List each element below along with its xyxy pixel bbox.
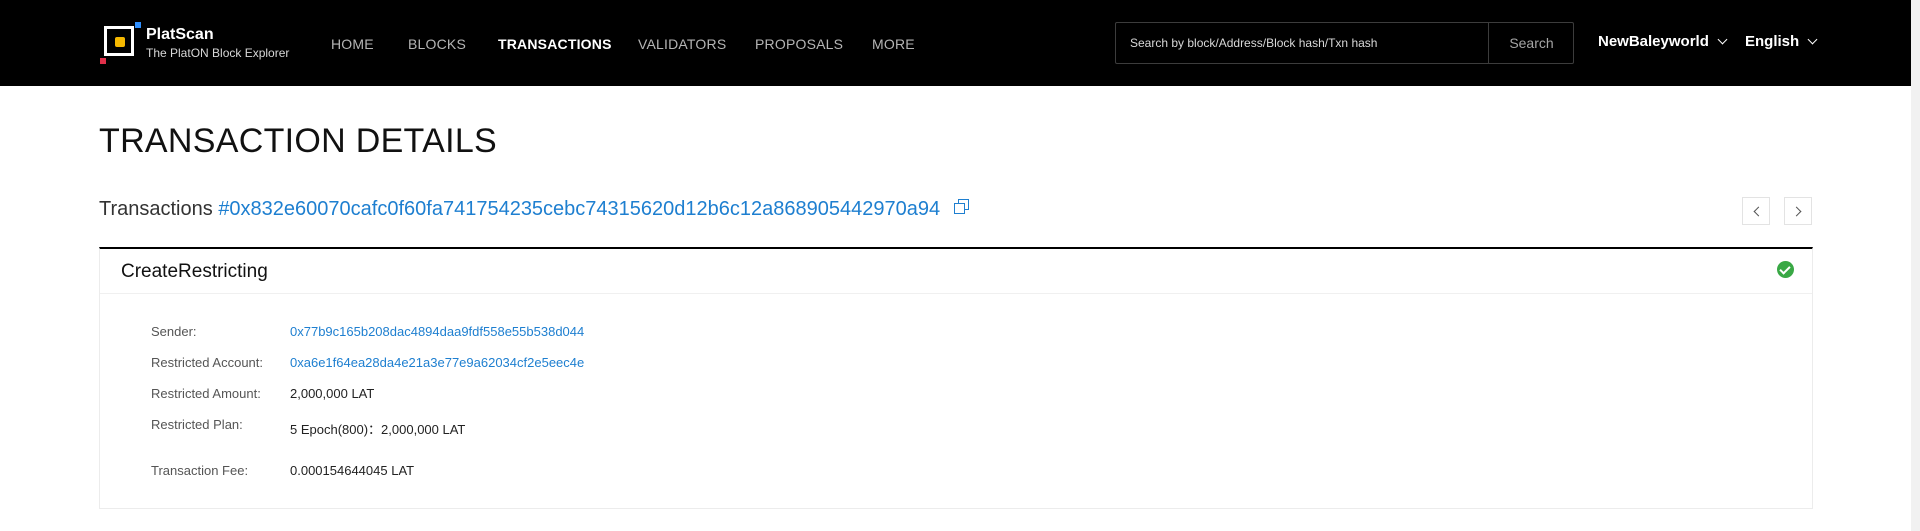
search-button[interactable]: Search <box>1488 23 1574 63</box>
language-dropdown[interactable]: English <box>1745 33 1818 50</box>
tx-prefix-label: Transactions <box>99 198 213 220</box>
transaction-hash-line: Transactions #0x832e60070cafc0f60fa74175… <box>99 198 969 221</box>
platscan-logo-icon[interactable] <box>100 22 142 64</box>
restricted-plan-label: Restricted Plan: <box>151 417 243 432</box>
card-header: CreateRestricting <box>100 249 1812 294</box>
nav-home[interactable]: HOME <box>331 36 374 52</box>
network-dropdown[interactable]: NewBaleyworld <box>1598 33 1728 50</box>
chevron-down-icon <box>1717 34 1728 45</box>
nav-proposals[interactable]: PROPOSALS <box>755 36 843 52</box>
nav-more[interactable]: MORE <box>872 36 915 52</box>
restricted-account-link[interactable]: 0xa6e1f64ea28da4e21a3e77e9a62034cf2e5eec… <box>290 355 584 370</box>
nav-blocks[interactable]: BLOCKS <box>408 36 466 52</box>
top-navbar: PlatScan The PlatON Block Explorer HOME … <box>0 0 1911 86</box>
chevron-down-icon <box>1807 34 1818 45</box>
restricted-amount-label: Restricted Amount: <box>151 386 261 401</box>
sender-label: Sender: <box>151 324 197 339</box>
page-title: TRANSACTION DETAILS <box>99 122 498 160</box>
page-scrollbar[interactable] <box>1911 0 1920 531</box>
transaction-fee-value: 0.000154644045 LAT <box>290 463 415 478</box>
next-transaction-button[interactable] <box>1784 197 1812 225</box>
tx-hash-link[interactable]: #0x832e60070cafc0f60fa741754235cebc74315… <box>218 198 940 220</box>
chevron-left-icon <box>1753 206 1764 217</box>
nav-transactions[interactable]: TRANSACTIONS <box>498 36 612 52</box>
chevron-right-icon <box>1791 206 1802 217</box>
restricted-amount-value: 2,000,000 LAT <box>290 386 375 401</box>
brand-subtitle: The PlatON Block Explorer <box>146 46 290 60</box>
network-label: NewBaleyworld <box>1598 33 1709 50</box>
search-bar: Search <box>1115 22 1574 64</box>
copy-icon[interactable] <box>953 199 969 214</box>
search-input[interactable] <box>1116 23 1488 63</box>
transaction-fee-label: Transaction Fee: <box>151 463 249 478</box>
prev-transaction-button[interactable] <box>1742 197 1770 225</box>
success-check-icon <box>1777 261 1794 278</box>
transaction-type: CreateRestricting <box>121 261 268 282</box>
restricted-account-label: Restricted Account: <box>151 355 263 370</box>
sender-address-link[interactable]: 0x77b9c165b208dac4894daa9fdf558e55b538d0… <box>290 324 584 339</box>
restricted-plan-value: 5 Epoch(800)：2,000,000 LAT <box>290 422 466 437</box>
nav-validators[interactable]: VALIDATORS <box>638 36 726 52</box>
brand-name[interactable]: PlatScan <box>146 26 214 44</box>
transaction-detail-card: CreateRestricting Sender: 0x77b9c165b208… <box>99 247 1813 509</box>
language-label: English <box>1745 33 1800 50</box>
